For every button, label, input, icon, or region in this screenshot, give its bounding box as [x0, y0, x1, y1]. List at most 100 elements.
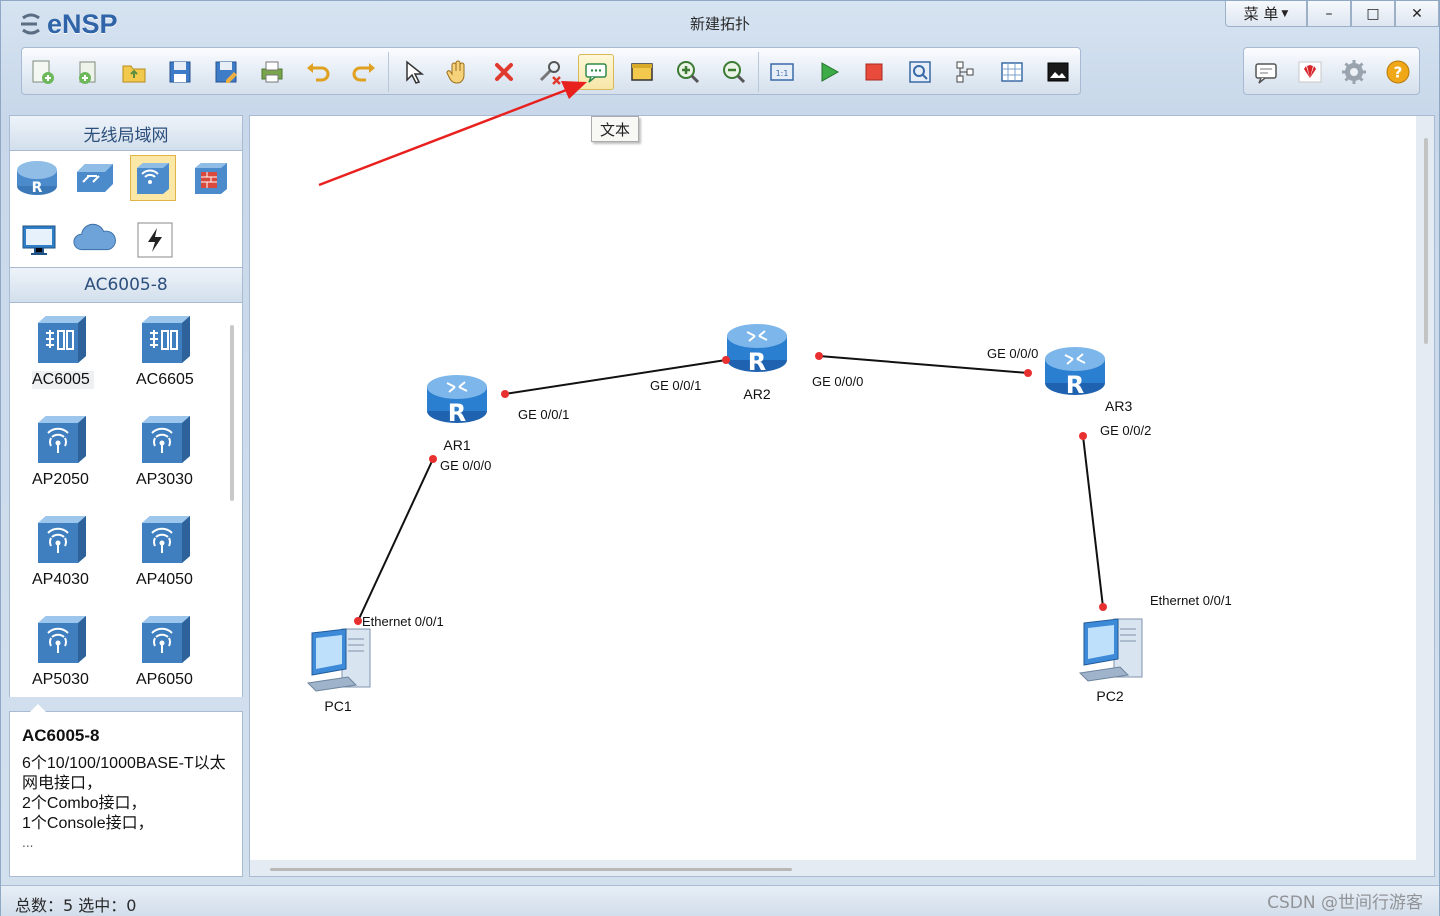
port-label: GE 0/0/0 [440, 458, 491, 473]
device-item-ac6605[interactable]: AC6605 [124, 307, 204, 401]
device-label: AC6605 [136, 371, 194, 388]
right-tool-group: ? [1243, 47, 1420, 95]
device-icon [138, 511, 194, 567]
node-ar2[interactable]: R AR2 [727, 324, 787, 402]
device-item-ap2050[interactable]: AP2050 [20, 407, 100, 501]
description-notch [30, 704, 46, 712]
minimize-button[interactable]: – [1307, 1, 1351, 27]
new-example-icon [79, 61, 96, 84]
capture-icon [909, 61, 931, 83]
save-button[interactable] [162, 54, 198, 90]
device-description: AC6005-8 6个10/100/1000BASE-T以太网电接口， 2个Co… [9, 704, 243, 877]
device-item-ap4030[interactable]: AP4030 [20, 507, 100, 601]
zoom-out-button[interactable] [716, 54, 752, 90]
pointer-icon [406, 60, 425, 84]
screenshot-icon [1047, 62, 1069, 82]
folder-open-icon [122, 65, 146, 83]
link-ar3-pc2[interactable] [1082, 435, 1104, 608]
device-list-scrollbar[interactable] [230, 325, 234, 501]
category-terminal[interactable] [16, 217, 62, 263]
grid-button[interactable] [994, 54, 1030, 90]
start-device-button[interactable] [810, 54, 846, 90]
port-indicator [722, 356, 730, 364]
port-indicator [1099, 603, 1107, 611]
device-label: AP4050 [136, 571, 193, 588]
category-wlan[interactable] [130, 155, 176, 201]
maximize-icon: □ [1366, 5, 1380, 22]
text-button[interactable] [578, 54, 614, 90]
open-button[interactable] [116, 54, 152, 90]
close-button[interactable]: ✕ [1395, 1, 1439, 27]
monitor-icon [22, 225, 56, 255]
port-label: GE 0/0/1 [650, 378, 701, 393]
settings-button[interactable] [1336, 54, 1372, 90]
select-button[interactable] [394, 54, 430, 90]
app-window: eNSP 新建拓扑 菜 单 ▼ – □ ✕ 1:1 ? 无线局域网 R AC60… [0, 0, 1440, 916]
text-comment-icon [585, 63, 607, 83]
capture-button[interactable] [902, 54, 938, 90]
wireless-ap-icon [38, 516, 86, 563]
router-icon: R [727, 324, 787, 376]
canvas-horizontal-scrollbar[interactable] [270, 868, 792, 871]
svg-text:R: R [748, 348, 766, 376]
screenshot-button[interactable] [1040, 54, 1076, 90]
node-ar1[interactable]: R AR1 [427, 375, 487, 453]
category-grid: R [9, 151, 243, 267]
palette-button[interactable] [624, 54, 660, 90]
link-ar1-pc1[interactable] [357, 458, 434, 622]
huawei-button[interactable] [1292, 54, 1328, 90]
svg-text:1:1: 1:1 [776, 69, 789, 78]
wireless-ap-icon [142, 416, 190, 463]
main-tool-group: 1:1 [21, 47, 1081, 95]
close-icon: ✕ [1411, 5, 1423, 22]
category-other[interactable] [132, 217, 178, 263]
device-item-ac6005[interactable]: AC6005 [20, 307, 100, 401]
wireless-ap-icon [38, 616, 86, 663]
print-button[interactable] [254, 54, 290, 90]
toolbar: 1:1 ? [21, 47, 1420, 95]
layout-button[interactable] [948, 54, 984, 90]
node-pc1[interactable]: PC1 [306, 628, 371, 714]
node-label: AR1 [443, 437, 470, 453]
port-label: GE 0/0/2 [1100, 423, 1151, 438]
device-icon [138, 411, 194, 467]
window-title: 新建拓扑 [689, 15, 750, 33]
device-panel: 无线局域网 R AC6005-8 AC6005 AC6605 AP2050 AP… [9, 115, 243, 877]
category-router[interactable]: R [14, 155, 60, 201]
save-as-button[interactable] [208, 54, 244, 90]
maximize-button[interactable]: □ [1351, 1, 1395, 27]
topology-layout-icon [956, 61, 974, 83]
print-icon [261, 61, 283, 83]
fit-view-button[interactable]: 1:1 [764, 54, 800, 90]
redo-icon [352, 63, 375, 82]
pan-button[interactable] [440, 54, 476, 90]
category-switch[interactable] [72, 155, 118, 201]
category-cloud[interactable] [72, 217, 118, 263]
category-firewall[interactable] [188, 155, 234, 201]
message-button[interactable] [1248, 54, 1284, 90]
help-button[interactable]: ? [1380, 54, 1416, 90]
redo-button[interactable] [346, 54, 382, 90]
switch-icon [77, 164, 113, 192]
canvas-vertical-scrollbar[interactable] [1424, 138, 1428, 344]
device-item-ap4050[interactable]: AP4050 [124, 507, 204, 601]
delete-button[interactable] [486, 54, 522, 90]
topology-canvas[interactable]: R AR1 R AR2 R AR3 PC1 PC2 GE 0/0/1 GE 0/0/1 GE 0/0… [250, 116, 1416, 860]
gear-icon [1342, 60, 1366, 84]
delete-link-button[interactable] [532, 54, 568, 90]
device-item-ap6050[interactable]: AP6050 [124, 607, 204, 697]
svg-text:R: R [32, 180, 43, 196]
device-item-ap5030[interactable]: AP5030 [20, 607, 100, 697]
stop-device-button[interactable] [856, 54, 892, 90]
menu-button[interactable]: 菜 单 ▼ [1225, 1, 1307, 27]
device-item-ap3030[interactable]: AP3030 [124, 407, 204, 501]
node-pc2[interactable]: PC2 [1078, 618, 1143, 704]
node-ar3[interactable]: R AR3 [1045, 347, 1132, 414]
undo-button[interactable] [300, 54, 336, 90]
pc-icon [1078, 618, 1143, 682]
toolbar-separator [758, 52, 759, 92]
new-topology-button[interactable] [24, 54, 60, 90]
save-as-icon [215, 61, 237, 83]
new-example-button[interactable] [70, 54, 106, 90]
zoom-in-button[interactable] [670, 54, 706, 90]
